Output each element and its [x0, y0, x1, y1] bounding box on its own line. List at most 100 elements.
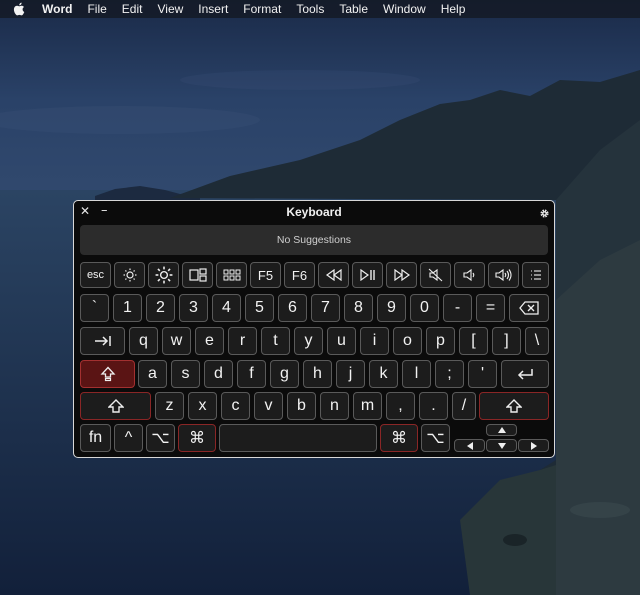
key-rewind[interactable] [318, 262, 349, 288]
key-tab[interactable] [80, 327, 125, 355]
key-return[interactable] [501, 360, 549, 388]
key-mute[interactable] [420, 262, 451, 288]
apple-logo-icon[interactable] [13, 2, 28, 16]
key-semicolon[interactable]: ; [435, 360, 464, 388]
key-z[interactable]: z [155, 392, 184, 420]
key-esc-label: esc [86, 269, 105, 281]
key-q[interactable]: q [129, 327, 158, 355]
key-5[interactable]: 5 [245, 294, 274, 322]
key-arrow-left[interactable] [454, 439, 485, 452]
volume-down-icon [462, 268, 474, 282]
menu-table[interactable]: Table [339, 2, 368, 16]
menu-window[interactable]: Window [383, 2, 426, 16]
key-7[interactable]: 7 [311, 294, 340, 322]
key-right-shift[interactable] [479, 392, 549, 420]
key-backtick[interactable]: ` [80, 294, 109, 322]
key-arrow-down[interactable] [486, 439, 517, 452]
key-space[interactable] [219, 424, 377, 452]
key-fast-forward[interactable] [386, 262, 417, 288]
menu-bar: Word File Edit View Insert Format Tools … [0, 0, 640, 18]
key-e[interactable]: e [195, 327, 224, 355]
menu-format[interactable]: Format [243, 2, 281, 16]
key-f[interactable]: f [237, 360, 266, 388]
key-3[interactable]: 3 [179, 294, 208, 322]
key-minus[interactable]: - [443, 294, 472, 322]
key-a[interactable]: a [138, 360, 167, 388]
menu-insert[interactable]: Insert [198, 2, 228, 16]
key-s[interactable]: s [171, 360, 200, 388]
key-w[interactable]: w [162, 327, 191, 355]
key-fn[interactable]: fn [80, 424, 111, 452]
key-y[interactable]: y [294, 327, 323, 355]
key-quote[interactable]: ' [468, 360, 497, 388]
key-left-command[interactable]: ⌘ [178, 424, 216, 452]
keyboard-titlebar[interactable]: ✕ – Keyboard [74, 201, 554, 223]
key-backslash[interactable]: \ [525, 327, 549, 355]
key-arrow-right[interactable] [518, 439, 549, 452]
key-right-bracket[interactable]: ] [492, 327, 521, 355]
key-slash[interactable]: / [452, 392, 476, 420]
gear-icon[interactable] [539, 204, 551, 218]
key-8[interactable]: 8 [344, 294, 373, 322]
key-label: t [273, 332, 278, 349]
key-u[interactable]: u [327, 327, 356, 355]
key-brightness-down[interactable] [114, 262, 145, 288]
menu-app-name[interactable]: Word [42, 2, 72, 16]
key-label: ` [91, 299, 98, 316]
key-equals[interactable]: = [476, 294, 505, 322]
key-b[interactable]: b [287, 392, 316, 420]
key-list[interactable] [522, 262, 549, 288]
key-label: ⌥ [151, 430, 170, 447]
key-play-pause[interactable] [352, 262, 383, 288]
key-6[interactable]: 6 [278, 294, 307, 322]
key-mission-control[interactable] [182, 262, 213, 288]
key-label: 5 [255, 299, 264, 316]
key-2[interactable]: 2 [146, 294, 175, 322]
key-h[interactable]: h [303, 360, 332, 388]
key-brightness-up[interactable] [148, 262, 179, 288]
key-volume-up[interactable] [488, 262, 519, 288]
key-caps-lock[interactable] [80, 360, 135, 388]
key-1[interactable]: 1 [113, 294, 142, 322]
key-t[interactable]: t [261, 327, 290, 355]
key-esc[interactable]: esc [80, 262, 111, 288]
key-f6[interactable]: F6 [284, 262, 315, 288]
key-period[interactable]: . [419, 392, 448, 420]
key-r[interactable]: r [228, 327, 257, 355]
key-left-bracket[interactable]: [ [459, 327, 488, 355]
key-right-command[interactable]: ⌘ [380, 424, 418, 452]
key-left-shift[interactable] [80, 392, 151, 420]
key-9[interactable]: 9 [377, 294, 406, 322]
key-x[interactable]: x [188, 392, 217, 420]
key-d[interactable]: d [204, 360, 233, 388]
suggestions-text: No Suggestions [276, 234, 352, 246]
key-m[interactable]: m [353, 392, 382, 420]
key-delete[interactable] [509, 294, 549, 322]
menu-view[interactable]: View [157, 2, 183, 16]
key-launchpad[interactable] [216, 262, 247, 288]
key-f5[interactable]: F5 [250, 262, 281, 288]
key-g[interactable]: g [270, 360, 299, 388]
menu-edit[interactable]: Edit [122, 2, 143, 16]
key-v[interactable]: v [254, 392, 283, 420]
menu-tools[interactable]: Tools [296, 2, 324, 16]
key-label: = [485, 299, 496, 316]
key-o[interactable]: o [393, 327, 422, 355]
key-0[interactable]: 0 [410, 294, 439, 322]
key-k[interactable]: k [369, 360, 398, 388]
key-volume-down[interactable] [454, 262, 485, 288]
key-n[interactable]: n [320, 392, 349, 420]
menu-file[interactable]: File [87, 2, 106, 16]
key-i[interactable]: i [360, 327, 389, 355]
key-left-option[interactable]: ⌥ [146, 424, 175, 452]
key-comma[interactable]: , [386, 392, 415, 420]
menu-help[interactable]: Help [441, 2, 466, 16]
key-l[interactable]: l [402, 360, 431, 388]
key-4[interactable]: 4 [212, 294, 241, 322]
key-control[interactable]: ^ [114, 424, 143, 452]
key-j[interactable]: j [336, 360, 365, 388]
key-p[interactable]: p [426, 327, 455, 355]
key-right-option[interactable]: ⌥ [421, 424, 450, 452]
key-c[interactable]: c [221, 392, 250, 420]
key-arrow-up[interactable] [486, 424, 517, 436]
